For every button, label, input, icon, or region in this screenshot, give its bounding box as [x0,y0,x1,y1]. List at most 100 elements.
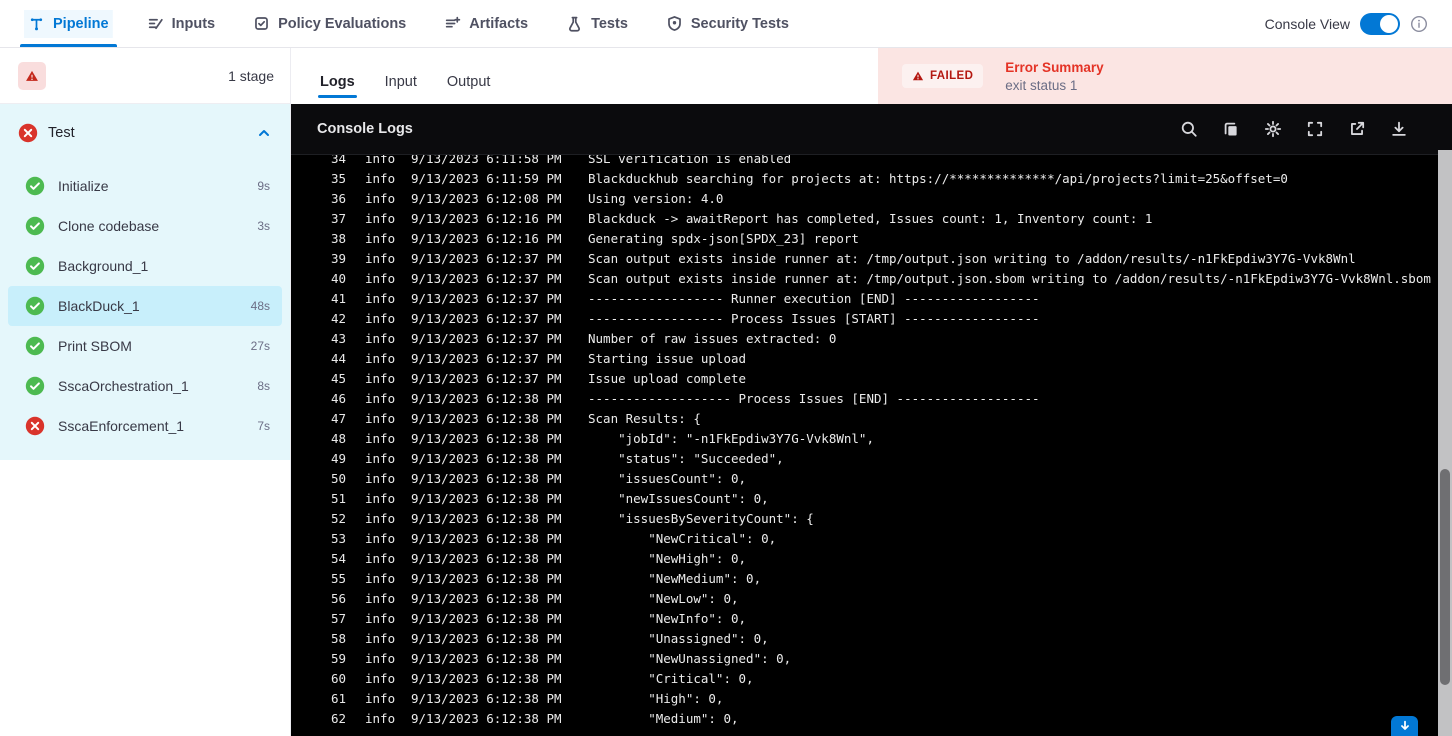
log-line-number: 44 [331,350,347,366]
console-view-control: Console View [1265,12,1428,35]
log-line-47: 47 info 9/13/2023 6:12:38 PM Scan Results: … [291,408,1452,428]
log-line-number: 47 [331,410,347,426]
log-line-number: 50 [331,470,347,486]
log-level: info [365,190,396,206]
chevron-up-icon[interactable] [256,125,272,141]
step-print-sbom[interactable]: Print SBOM 27s [8,326,282,366]
info-icon[interactable] [1410,15,1428,33]
nav-tab-policy-evaluations[interactable]: Policy Evaluations [249,0,410,47]
step-sscaorchestration-1[interactable]: SscaOrchestration_1 8s [8,366,282,406]
console-view-toggle[interactable] [1360,12,1400,35]
step-duration: 27s [250,339,270,353]
console-panel: Console Logs 34 info 9/13/2023 6:11:58 PM S… [291,104,1452,736]
log-line-number: 45 [331,370,347,386]
log-line-45: 45 info 9/13/2023 6:12:37 PM Issue upload c… [291,368,1452,388]
log-line-number: 51 [331,490,347,506]
stage-failed-icon [18,123,38,143]
log-line-number: 40 [331,270,347,286]
log-timestamp: 9/13/2023 6:12:38 PM [411,650,562,666]
top-nav: Pipeline Inputs Policy Evaluations Artifact… [0,0,1452,48]
log-timestamp: 9/13/2023 6:12:08 PM [411,190,562,206]
scroll-to-bottom-button[interactable] [1391,716,1418,736]
log-message: Using version: 4.0 [588,190,724,206]
log-message: Scan output exists inside runner at: /tm… [588,270,1431,286]
log-timestamp: 9/13/2023 6:12:38 PM [411,550,562,566]
log-line-35: 35 info 9/13/2023 6:11:59 PM Blackduckhub s… [291,168,1452,188]
log-level: info [365,490,396,506]
log-level: info [365,670,396,686]
tab-input[interactable]: Input [383,74,419,104]
log-level: info [365,310,396,326]
log-timestamp: 9/13/2023 6:12:38 PM [411,690,562,706]
step-label: Background_1 [58,258,149,274]
log-line-number: 57 [331,610,347,626]
search-icon[interactable] [1180,120,1198,138]
log-line-number: 54 [331,550,347,566]
log-level: info [365,390,396,406]
step-label: Clone codebase [58,218,160,234]
nav-tab-security-tests[interactable]: Security Tests [662,0,793,47]
stage-row-test[interactable]: Test [0,104,290,162]
log-message: "NewMedium": 0, [588,570,762,586]
nav-tab-label: Pipeline [53,15,109,32]
pipeline-icon [28,15,45,32]
log-message: "High": 0, [588,690,724,706]
log-line-number: 46 [331,390,347,406]
log-line-number: 35 [331,170,347,186]
log-timestamp: 9/13/2023 6:12:38 PM [411,670,562,686]
log-message: ------------------ Runner execution [END… [588,290,1040,306]
download-icon[interactable] [1390,120,1408,138]
log-timestamp: 9/13/2023 6:12:38 PM [411,490,562,506]
log-line-61: 61 info 9/13/2023 6:12:38 PM "High": 0, [291,688,1452,708]
log-line-60: 60 info 9/13/2023 6:12:38 PM "Critical": 0… [291,668,1452,688]
log-timestamp: 9/13/2023 6:11:59 PM [411,170,562,186]
nav-tab-tests[interactable]: Tests [562,0,632,47]
step-success-icon [25,376,45,396]
open-in-new-icon[interactable] [1348,120,1366,138]
nav-tab-label: Security Tests [690,15,789,32]
console-scrollbar[interactable] [1438,150,1452,736]
fullscreen-icon[interactable] [1306,120,1324,138]
log-level: info [365,710,396,726]
error-summary-title: Error Summary [1005,59,1104,75]
log-line-number: 53 [331,530,347,546]
log-line-number: 38 [331,230,347,246]
nav-tab-inputs[interactable]: Inputs [143,0,220,47]
step-clone-codebase[interactable]: Clone codebase 3s [8,206,282,246]
log-message: "NewHigh": 0, [588,550,747,566]
log-line-36: 36 info 9/13/2023 6:12:08 PM Using version:… [291,188,1452,208]
execution-sidebar: 1 stage Test Initialize 9s Clone codebase 3… [0,48,291,736]
nav-tab-artifacts[interactable]: Artifacts [440,0,532,47]
log-message: SSL verification is enabled [588,155,792,166]
log-line-number: 37 [331,210,347,226]
copy-icon[interactable] [1222,120,1240,138]
log-timestamp: 9/13/2023 6:12:16 PM [411,210,562,226]
console-toolbar [1180,120,1426,138]
log-level: info [365,470,396,486]
log-line-38: 38 info 9/13/2023 6:12:16 PM Generating spd… [291,228,1452,248]
log-line-number: 39 [331,250,347,266]
stage-name: Test [48,125,75,141]
log-message: "NewLow": 0, [588,590,739,606]
nav-tab-pipeline[interactable]: Pipeline [20,0,117,47]
log-level: info [365,610,396,626]
step-label: SscaOrchestration_1 [58,378,189,394]
console-log-area[interactable]: 34 info 9/13/2023 6:11:58 PM SSL verificati… [291,155,1452,736]
tab-logs[interactable]: Logs [318,74,357,104]
step-initialize[interactable]: Initialize 9s [8,166,282,206]
tab-output[interactable]: Output [445,74,493,104]
step-blackduck-1[interactable]: BlackDuck_1 48s [8,286,282,326]
log-line-48: 48 info 9/13/2023 6:12:38 PM "jobId": "-n1… [291,428,1452,448]
inputs-icon [147,15,164,32]
stage-count: 1 stage [228,67,274,84]
log-line-number: 58 [331,630,347,646]
log-level: info [365,330,396,346]
step-sscaenforcement-1[interactable]: SscaEnforcement_1 7s [8,406,282,446]
log-message: ------------------- Process Issues [END]… [588,390,1040,406]
scrollbar-thumb[interactable] [1440,469,1450,685]
step-label: Initialize [58,178,109,194]
settings-icon[interactable] [1264,120,1282,138]
step-background-1[interactable]: Background_1 [8,246,282,286]
step-duration: 8s [257,379,270,393]
log-line-37: 37 info 9/13/2023 6:12:16 PM Blackduck -> a… [291,208,1452,228]
